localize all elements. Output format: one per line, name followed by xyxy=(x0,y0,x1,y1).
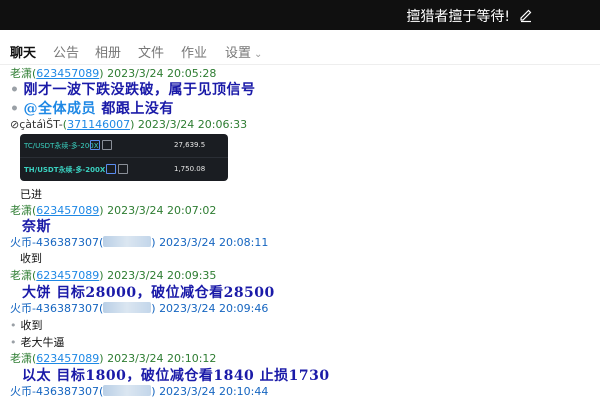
sender-name[interactable]: 火币-436387307 xyxy=(10,302,99,315)
message-time: 2023/3/24 20:10:12 xyxy=(107,352,217,365)
sender-qq[interactable]: 371146007 xyxy=(67,118,130,131)
position-symbol: TC/USDT永续-多-200X xyxy=(24,142,99,150)
message-header: 火币-436387307() 2023/3/24 20:08:11 xyxy=(10,236,269,249)
position-symbol: TH/USDT永续-多-200X xyxy=(24,166,106,174)
tab-announcement[interactable]: 公告 xyxy=(53,42,79,61)
message-header: ⊘çàtáìŠT-(371146007) 2023/3/24 20:06:33 xyxy=(10,118,248,131)
sender-qq[interactable]: 623457089 xyxy=(36,269,99,282)
chevron-down-icon: ⌄ xyxy=(254,49,263,60)
tab-settings[interactable]: 设置 ⌄ xyxy=(225,42,262,61)
tab-chat[interactable]: 聊天 xyxy=(10,42,36,61)
message-text: 已进 xyxy=(20,188,42,201)
message-text: • 收到 xyxy=(10,317,43,333)
redacted-id xyxy=(103,385,152,396)
sender-name[interactable]: 火币-436387307 xyxy=(10,385,99,398)
message-text-content: 收到 xyxy=(20,319,43,332)
message-text-content: 都跟上没有 xyxy=(101,101,174,117)
edit-icon xyxy=(102,140,112,150)
message-time: 2023/3/24 20:10:44 xyxy=(159,385,269,398)
message-header: 老潇(623457089) 2023/3/24 20:09:35 xyxy=(10,269,217,282)
window-title: 擅猎者擅于等待! xyxy=(406,9,510,25)
tab-album[interactable]: 相册 xyxy=(95,42,121,61)
message-time: 2023/3/24 20:07:02 xyxy=(107,204,217,217)
message-header: 火币-436387307() 2023/3/24 20:10:44 xyxy=(10,385,269,398)
message-text-content: 刚才一波下跌没跌破，属于见顶信号 xyxy=(23,82,256,98)
edit-icon[interactable] xyxy=(518,7,534,23)
tab-bar: 聊天 公告 相册 文件 作业 设置 ⌄ xyxy=(0,30,600,65)
sender-name[interactable]: 老潇 xyxy=(10,352,32,365)
message-text: 奈斯 xyxy=(22,219,51,235)
tab-settings-label: 设置 xyxy=(225,46,252,61)
message-text: • @全体成员 都跟上没有 xyxy=(10,98,174,118)
message-text: 大饼 目标28000，破位减仓看28500 xyxy=(22,285,275,301)
message-text: • 老大牛逼 xyxy=(10,334,65,350)
title-bar: 擅猎者擅于等待! xyxy=(0,0,600,30)
tab-homework[interactable]: 作业 xyxy=(181,42,207,61)
edit-icon xyxy=(118,164,128,174)
message-list: 老潇(623457089) 2023/3/24 20:05:28 • 刚才一波下跌… xyxy=(0,64,600,404)
message-header: 火币-436387307() 2023/3/24 20:09:46 xyxy=(10,302,269,315)
redacted-id xyxy=(103,236,152,247)
position-value: 27,639.5 xyxy=(174,141,206,149)
sender-name[interactable]: 老潇 xyxy=(10,269,32,282)
badge-icon xyxy=(106,164,116,174)
message-header: 老潇(623457089) 2023/3/24 20:10:12 xyxy=(10,352,217,365)
message-time: 2023/3/24 20:08:11 xyxy=(159,236,269,249)
redacted-id xyxy=(103,302,152,313)
message-text-content: 老大牛逼 xyxy=(20,336,65,349)
message-time: 2023/3/24 20:09:46 xyxy=(159,302,269,315)
message-text: 收到 xyxy=(20,252,42,265)
sender-name[interactable]: 火币-436387307 xyxy=(10,236,99,249)
sender-qq[interactable]: 623457089 xyxy=(36,352,99,365)
message-time: 2023/3/24 20:09:35 xyxy=(107,269,217,282)
bullet-icon: • xyxy=(10,319,17,332)
bullet-icon: • xyxy=(10,82,20,98)
message-text: • 刚才一波下跌没跌破，属于见顶信号 xyxy=(10,79,255,99)
message-time: 2023/3/24 20:06:33 xyxy=(137,118,248,131)
position-value: 1,750.08 xyxy=(174,165,206,173)
mention-all[interactable]: @全体成员 xyxy=(23,101,96,117)
position-screenshot[interactable]: TC/USDT永续-多-200X 27,639.5 TH/USDT永续-多-20… xyxy=(20,134,228,181)
bullet-icon: • xyxy=(10,336,17,349)
bullet-icon: • xyxy=(10,101,20,117)
message-text: 以太 目标1800，破位减仓看1840 止损1730 xyxy=(22,368,330,384)
position-row: TH/USDT永续-多-200X 1,750.08 xyxy=(20,158,228,181)
position-row: TC/USDT永续-多-200X 27,639.5 xyxy=(20,134,228,157)
tab-files[interactable]: 文件 xyxy=(138,42,164,61)
badge-icon xyxy=(90,140,100,150)
sender-name[interactable]: ⊘çàtáìŠT- xyxy=(10,118,63,131)
